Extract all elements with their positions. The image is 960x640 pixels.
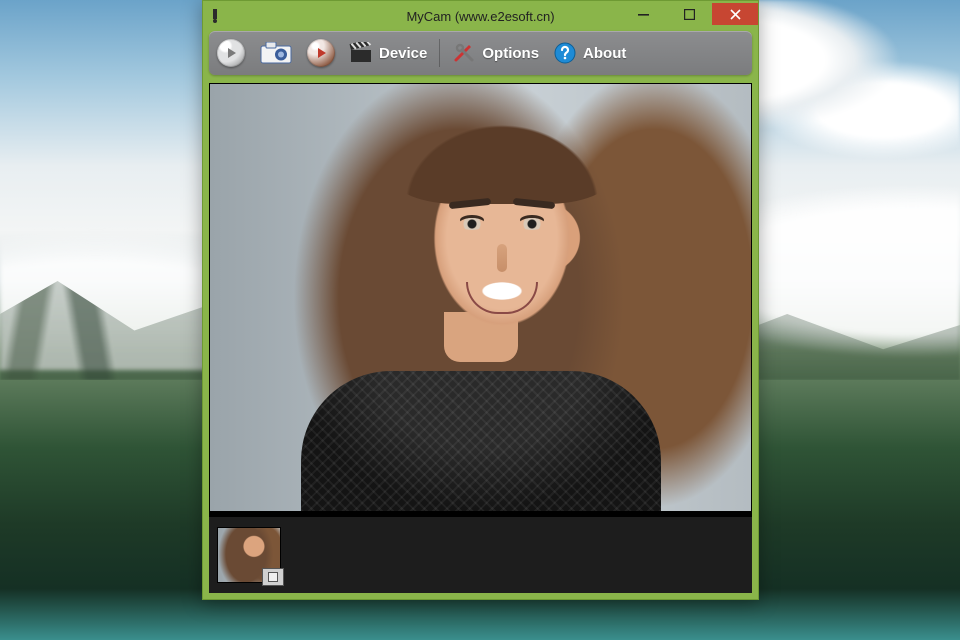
thumbnail-strip[interactable] <box>209 516 752 593</box>
about-label: About <box>583 45 626 62</box>
image-file-badge-icon <box>262 568 284 586</box>
mycam-window: MyCam (www.e2esoft.cn) minimize maximize… <box>202 0 759 600</box>
options-label: Options <box>482 45 539 62</box>
minimize-button[interactable]: minimize <box>620 3 666 25</box>
titlebar[interactable]: MyCam (www.e2esoft.cn) minimize maximize… <box>203 1 758 31</box>
options-menu[interactable]: Options <box>452 39 539 67</box>
toolbar: play-icon camera-icon record-play-icon <box>209 31 752 75</box>
tools-icon <box>452 39 476 67</box>
subject-face <box>407 122 597 364</box>
close-button[interactable]: close <box>712 3 758 25</box>
window-controls: minimize maximize close <box>620 3 758 25</box>
toolbar-separator <box>439 39 440 67</box>
record-button[interactable]: record-play-icon <box>307 39 335 67</box>
about-menu[interactable]: About <box>553 39 626 67</box>
subject-torso <box>301 371 661 511</box>
clapper-icon <box>349 39 373 67</box>
maximize-button[interactable]: maximize <box>666 3 712 25</box>
client-area <box>209 83 752 593</box>
play-button[interactable]: play-icon <box>217 39 245 67</box>
app-icon <box>211 8 227 24</box>
device-label: Device <box>379 45 427 62</box>
device-menu[interactable]: Device <box>349 39 427 67</box>
help-icon <box>553 39 577 67</box>
window-title: MyCam (www.e2esoft.cn) <box>406 9 554 24</box>
thumbnail-item[interactable] <box>217 527 281 583</box>
video-preview[interactable] <box>209 83 752 512</box>
snapshot-button[interactable]: camera-icon <box>259 39 293 67</box>
